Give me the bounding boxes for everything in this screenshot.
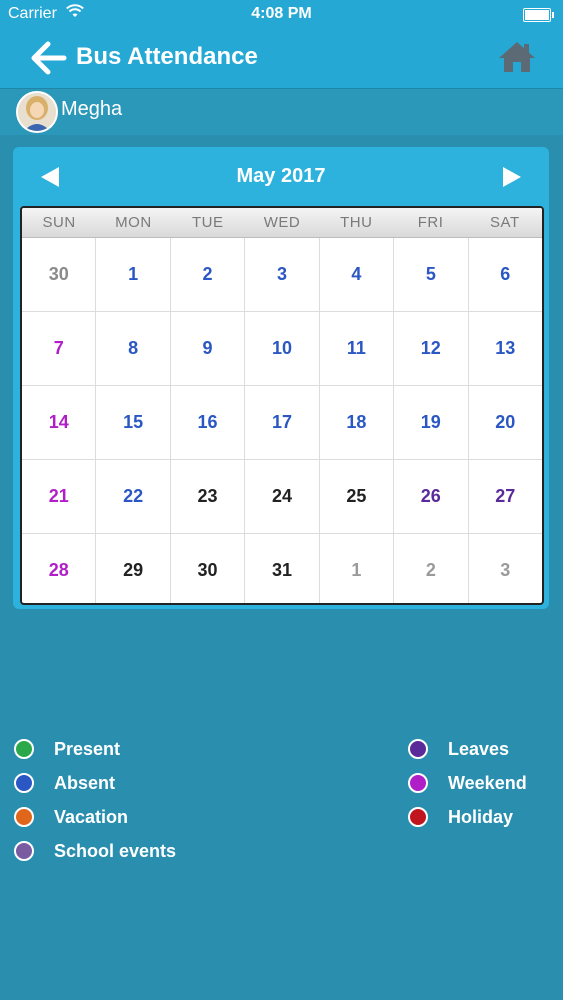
student-name: Megha <box>61 98 123 120</box>
legend-item: School events <box>14 839 176 863</box>
calendar-day-cell[interactable]: 3 <box>469 534 542 603</box>
legend-label: Present <box>54 738 121 759</box>
calendar-day-cell[interactable]: 14 <box>22 386 97 459</box>
legend-dot-icon <box>14 773 34 793</box>
weekday-label: SUN <box>42 214 76 231</box>
legend-label: Weekend <box>448 772 527 793</box>
back-arrow-icon[interactable] <box>28 40 68 76</box>
legend-dot-icon <box>408 773 428 793</box>
avatar[interactable] <box>16 91 58 133</box>
legend-item: Absent <box>14 771 115 795</box>
calendar-panel: May 2017 SUN MON TUE WED THU FRI SAT 30 1… <box>13 147 549 609</box>
calendar-day-cell[interactable]: 12 <box>394 312 469 385</box>
month-title: May 2017 <box>236 165 326 187</box>
calendar-day-cell[interactable]: 30 <box>171 534 246 603</box>
calendar-grid: SUN MON TUE WED THU FRI SAT 30 1 2 3 4 5 6 7 8 9 1… <box>20 206 544 605</box>
nav-bar: Bus Attendance <box>0 30 563 88</box>
weekday-label: WED <box>263 214 301 231</box>
next-month-icon[interactable] <box>499 165 523 189</box>
calendar-day-cell[interactable]: 15 <box>96 386 171 459</box>
calendar-day-cell[interactable]: 21 <box>22 460 97 533</box>
legend-item: Vacation <box>14 805 128 829</box>
legend-dot-icon <box>408 807 428 827</box>
weekday-label: FRI <box>417 214 444 231</box>
calendar-day-cell[interactable]: 7 <box>22 312 97 385</box>
calendar-day-cell[interactable]: 24 <box>245 460 320 533</box>
calendar-week-row: 14 15 16 17 18 19 20 <box>22 386 542 460</box>
legend-label: Leaves <box>448 738 510 759</box>
calendar-day-cell[interactable]: 30 <box>22 238 97 311</box>
battery-icon <box>523 8 554 22</box>
month-navigation: May 2017 <box>13 147 549 205</box>
legend-dot-icon <box>14 841 34 861</box>
calendar-week-row: 7 8 9 10 11 12 13 <box>22 312 542 386</box>
calendar-day-cell[interactable]: 8 <box>96 312 171 385</box>
legend-dot-icon <box>14 739 34 759</box>
legend-label: Vacation <box>54 806 129 827</box>
calendar-weeks: 30 1 2 3 4 5 6 7 8 9 10 11 12 13 14 15 16 17 18 19 20 21 22 23 2… <box>22 238 542 603</box>
calendar-day-cell[interactable]: 4 <box>320 238 395 311</box>
weekday-label: THU <box>340 214 373 231</box>
top-bar: Carrier 4:08 PM Bus Attendance <box>0 0 563 88</box>
legend-dot-icon <box>14 807 34 827</box>
calendar-day-cell[interactable]: 2 <box>394 534 469 603</box>
calendar-day-cell[interactable]: 5 <box>394 238 469 311</box>
calendar-day-cell[interactable]: 17 <box>245 386 320 459</box>
legend-item: Present <box>14 737 120 761</box>
weekday-header: SUN MON TUE WED THU FRI SAT <box>22 208 542 238</box>
home-icon[interactable] <box>497 40 537 74</box>
legend-label: Absent <box>54 772 116 793</box>
page-title: Bus Attendance <box>76 43 258 70</box>
legend-item: Leaves <box>408 737 509 761</box>
calendar-day-cell[interactable]: 11 <box>320 312 395 385</box>
calendar-day-cell[interactable]: 1 <box>96 238 171 311</box>
weekday-label: MON <box>115 214 152 231</box>
calendar-day-cell[interactable]: 1 <box>320 534 395 603</box>
calendar-day-cell[interactable]: 26 <box>394 460 469 533</box>
calendar-day-cell[interactable]: 9 <box>171 312 246 385</box>
status-time: 4:08 PM <box>251 5 312 22</box>
legend-label: School events <box>54 840 177 861</box>
calendar-day-cell[interactable]: 18 <box>320 386 395 459</box>
legend-dot-icon <box>408 739 428 759</box>
calendar-day-cell[interactable]: 2 <box>171 238 246 311</box>
calendar-day-cell[interactable]: 23 <box>171 460 246 533</box>
calendar-day-cell[interactable]: 28 <box>22 534 97 603</box>
calendar-day-cell[interactable]: 25 <box>320 460 395 533</box>
student-bar: Megha <box>0 88 563 135</box>
calendar-day-cell[interactable]: 6 <box>469 238 542 311</box>
calendar-week-row: 30 1 2 3 4 5 6 <box>22 238 542 312</box>
calendar-day-cell[interactable]: 10 <box>245 312 320 385</box>
calendar-day-cell[interactable]: 29 <box>96 534 171 603</box>
weekday-label: SAT <box>490 214 520 231</box>
calendar-day-cell[interactable]: 13 <box>469 312 542 385</box>
calendar-day-cell[interactable]: 19 <box>394 386 469 459</box>
calendar-week-row: 21 22 23 24 25 26 27 <box>22 460 542 534</box>
calendar-day-cell[interactable]: 3 <box>245 238 320 311</box>
legend-label: Holiday <box>448 806 514 827</box>
calendar-day-cell[interactable]: 20 <box>469 386 542 459</box>
status-bar: Carrier 4:08 PM <box>0 0 563 30</box>
legend-item: Weekend <box>408 771 527 795</box>
calendar-day-cell[interactable]: 31 <box>245 534 320 603</box>
calendar-week-row: 28 29 30 31 1 2 3 <box>22 534 542 603</box>
weekday-label: TUE <box>191 214 224 231</box>
calendar-day-cell[interactable]: 16 <box>171 386 246 459</box>
legend-item: Holiday <box>408 805 513 829</box>
calendar-day-cell[interactable]: 22 <box>96 460 171 533</box>
calendar-day-cell[interactable]: 27 <box>469 460 542 533</box>
